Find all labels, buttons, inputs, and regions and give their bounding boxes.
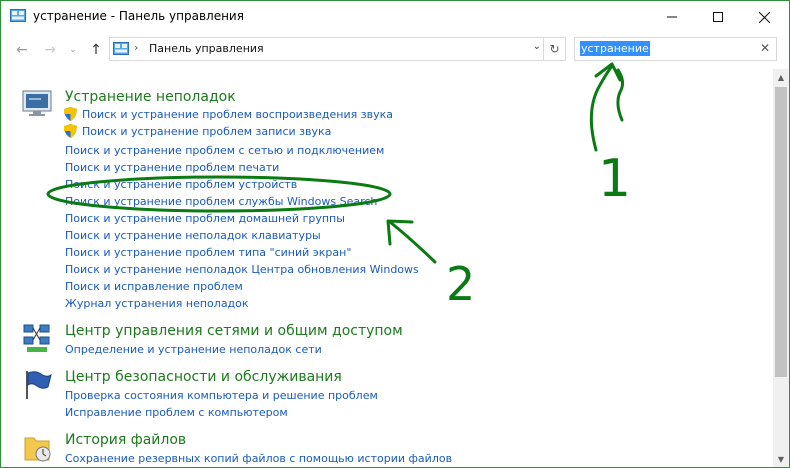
network-troubleshoot-link[interactable]: Определение и устранение неполадок сети: [65, 343, 322, 357]
control-panel-window: устранение - Панель управления ← → ⌄ ↑ ›…: [0, 0, 790, 468]
window-title: устранение - Панель управления: [33, 9, 244, 23]
arrow-up-icon: ↑: [90, 42, 102, 58]
search-results: Устранение неполадок Поиск и устранение …: [1, 69, 773, 467]
close-button[interactable]: [741, 1, 787, 33]
control-panel-icon: [10, 9, 26, 22]
recent-locations-button[interactable]: ⌄: [67, 41, 79, 59]
search-input[interactable]: устранение ✕: [574, 37, 777, 61]
control-panel-icon: [113, 42, 129, 55]
troubleshoot-link[interactable]: Поиск и устранение проблем записи звука: [82, 125, 331, 139]
minimize-icon: [667, 16, 677, 18]
arrow-left-icon: ←: [16, 42, 28, 58]
title-bar: устранение - Панель управления: [1, 1, 789, 33]
refresh-button[interactable]: ↻: [543, 38, 565, 60]
breadcrumb-separator-icon: ›: [134, 41, 139, 54]
security-link[interactable]: Исправление проблем с компьютером: [65, 406, 288, 420]
troubleshoot-link[interactable]: Поиск и устранение проблем воспроизведен…: [82, 108, 393, 122]
chevron-down-icon: ⌄: [69, 45, 77, 55]
clear-search-icon[interactable]: ✕: [760, 41, 770, 55]
troubleshoot-link[interactable]: Поиск и устранение проблем устройств: [65, 178, 297, 192]
address-dropdown-icon[interactable]: ⌄: [533, 41, 541, 52]
section-title[interactable]: Устранение неполадок: [65, 89, 236, 105]
minimize-button[interactable]: [649, 1, 695, 33]
troubleshoot-link[interactable]: Поиск и устранение неполадок клавиатуры: [65, 229, 321, 243]
troubleshoot-link[interactable]: Поиск и исправление проблем: [65, 280, 243, 294]
network-icon[interactable]: [21, 323, 53, 355]
uac-shield-icon: [64, 107, 77, 121]
troubleshoot-link[interactable]: Поиск и устранение неполадок Центра обно…: [65, 263, 419, 277]
scroll-thumb[interactable]: [775, 87, 787, 377]
section-title[interactable]: Центр управления сетями и общим доступом: [65, 323, 403, 339]
forward-button[interactable]: →: [41, 41, 59, 59]
arrow-right-icon: →: [44, 42, 56, 58]
troubleshoot-link[interactable]: Поиск и устранение проблем домашней груп…: [65, 212, 345, 226]
file-history-icon[interactable]: [21, 432, 53, 464]
troubleshoot-link[interactable]: Поиск и устранение проблем типа "синий э…: [65, 246, 351, 260]
security-link[interactable]: Проверка состояния компьютера и решение …: [65, 389, 378, 403]
up-button[interactable]: ↑: [87, 41, 105, 59]
close-icon: [758, 11, 770, 23]
troubleshoot-link[interactable]: Поиск и устранение проблем печати: [65, 161, 279, 175]
troubleshoot-link[interactable]: Журнал устранения неполадок: [65, 297, 249, 311]
section-title[interactable]: Центр безопасности и обслуживания: [65, 369, 342, 385]
navigation-bar: ← → ⌄ ↑ › Панель управления ⌄ ↻ устранен…: [1, 33, 789, 67]
vertical-scrollbar[interactable]: ▲ ▼: [773, 69, 789, 467]
back-button[interactable]: ←: [13, 41, 31, 59]
breadcrumb[interactable]: Панель управления: [149, 42, 264, 55]
file-history-link[interactable]: Сохранение резервных копий файлов с помо…: [65, 452, 452, 466]
scroll-up-icon[interactable]: ▲: [773, 69, 789, 85]
search-query[interactable]: устранение: [580, 41, 650, 56]
maximize-icon: [713, 12, 723, 22]
refresh-icon: ↻: [549, 42, 560, 56]
section-title[interactable]: История файлов: [65, 432, 186, 448]
troubleshoot-link[interactable]: Поиск и устранение проблем с сетью и под…: [65, 144, 384, 158]
troubleshoot-link-windows-search[interactable]: Поиск и устранение проблем службы Window…: [65, 195, 377, 209]
scroll-down-icon[interactable]: ▼: [773, 451, 789, 467]
maximize-button[interactable]: [695, 1, 741, 33]
flag-icon[interactable]: [21, 369, 53, 401]
uac-shield-icon: [64, 124, 77, 138]
address-bar[interactable]: › Панель управления ⌄ ↻: [109, 37, 566, 61]
troubleshooting-icon[interactable]: [21, 87, 53, 119]
